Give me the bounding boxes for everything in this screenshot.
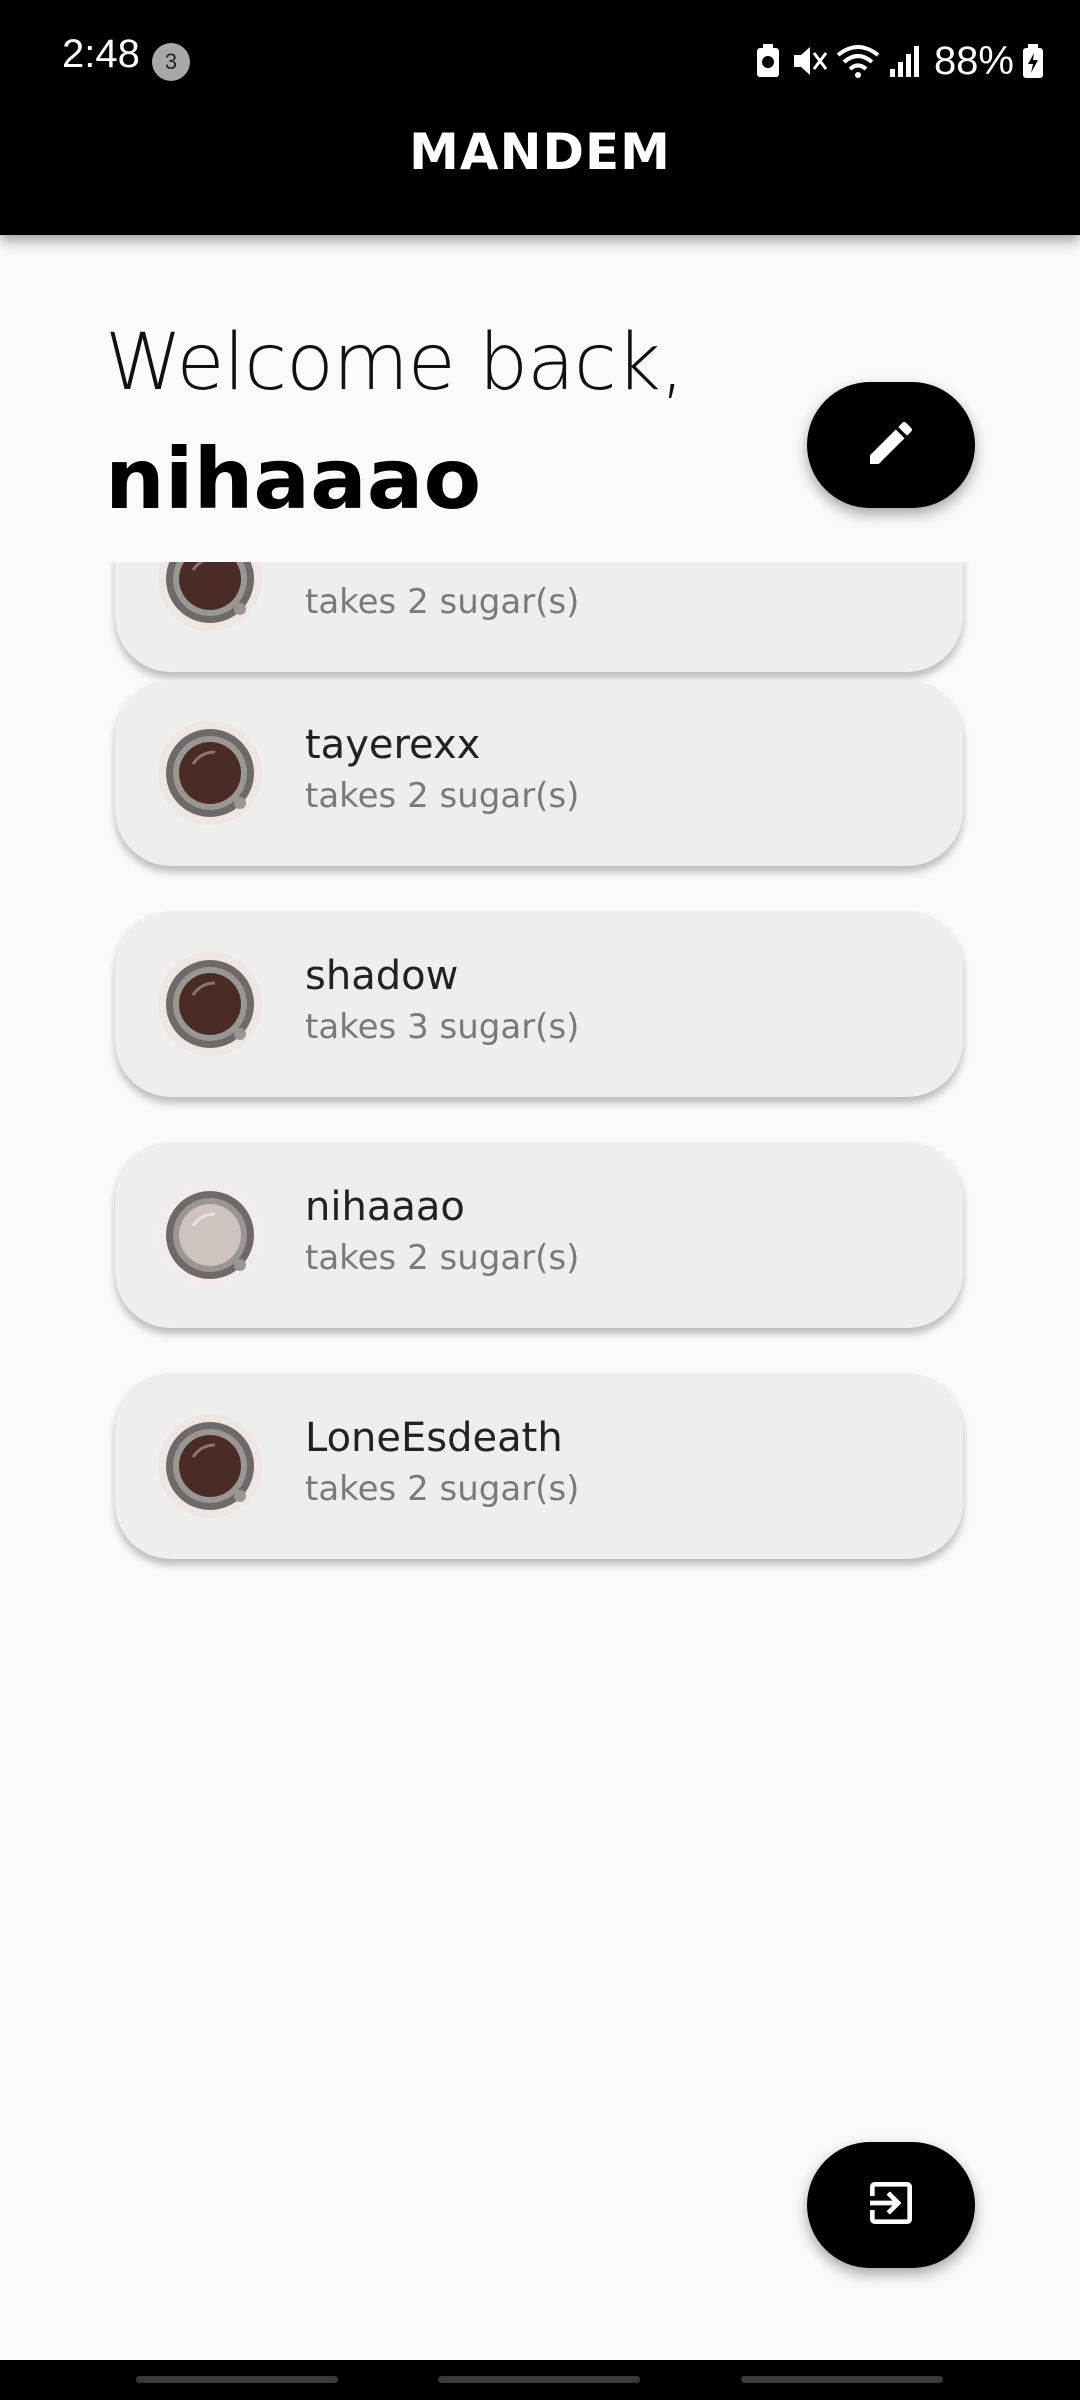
signal-icon: [888, 43, 922, 79]
sugar-count: takes 2 sugar(s): [305, 582, 580, 622]
person-name: LoneEsdeath: [305, 1415, 563, 1461]
list-item[interactable]: takes 2 sugar(s): [115, 562, 963, 672]
logout-icon: [863, 2175, 919, 2235]
coffee-cup-icon: [158, 721, 262, 825]
person-name: tayerexx: [305, 722, 481, 768]
sugar-count: takes 3 sugar(s): [305, 1007, 580, 1047]
person-name: nihaaao: [305, 1184, 465, 1230]
nav-back-button[interactable]: [741, 2376, 943, 2383]
mute-icon: [790, 43, 828, 79]
app-bar: MANDEM: [0, 120, 1080, 235]
status-bar: 2:48 3 88%: [0, 0, 1080, 120]
sugar-count: takes 2 sugar(s): [305, 1469, 580, 1509]
coffee-cup-icon: [158, 1183, 262, 1287]
nav-recents-button[interactable]: [136, 2376, 338, 2383]
coffee-cup-icon: [158, 1414, 262, 1518]
coffee-cup-icon: [158, 562, 262, 631]
status-time: 2:48: [62, 32, 140, 76]
battery-charging-icon: [1022, 43, 1044, 79]
logout-button[interactable]: [807, 2142, 975, 2268]
edit-pencil-icon: [863, 415, 919, 475]
wifi-icon: [836, 43, 880, 79]
system-nav-bar: [0, 2360, 1080, 2400]
battery-percent: 88%: [933, 38, 1014, 83]
status-icons: 88%: [754, 36, 1044, 86]
people-list: takes 2 sugar(s) tayerexx takes 2 sugar(…: [0, 562, 1080, 1572]
app-title: MANDEM: [409, 123, 671, 181]
welcome-username: nihaaao: [105, 430, 482, 528]
list-item[interactable]: LoneEsdeath takes 2 sugar(s): [115, 1373, 963, 1559]
person-name: shadow: [305, 953, 459, 999]
welcome-greeting: Welcome back,: [105, 318, 685, 408]
nav-home-button[interactable]: [438, 2376, 640, 2383]
coffee-cup-icon: [158, 952, 262, 1056]
notification-count-badge: 3: [152, 43, 190, 81]
battery-saver-icon: [754, 43, 782, 79]
sugar-count: takes 2 sugar(s): [305, 776, 580, 816]
sugar-count: takes 2 sugar(s): [305, 1238, 580, 1278]
list-item[interactable]: tayerexx takes 2 sugar(s): [115, 680, 963, 866]
list-item[interactable]: shadow takes 3 sugar(s): [115, 911, 963, 1097]
edit-button[interactable]: [807, 382, 975, 508]
list-item[interactable]: nihaaao takes 2 sugar(s): [115, 1142, 963, 1328]
